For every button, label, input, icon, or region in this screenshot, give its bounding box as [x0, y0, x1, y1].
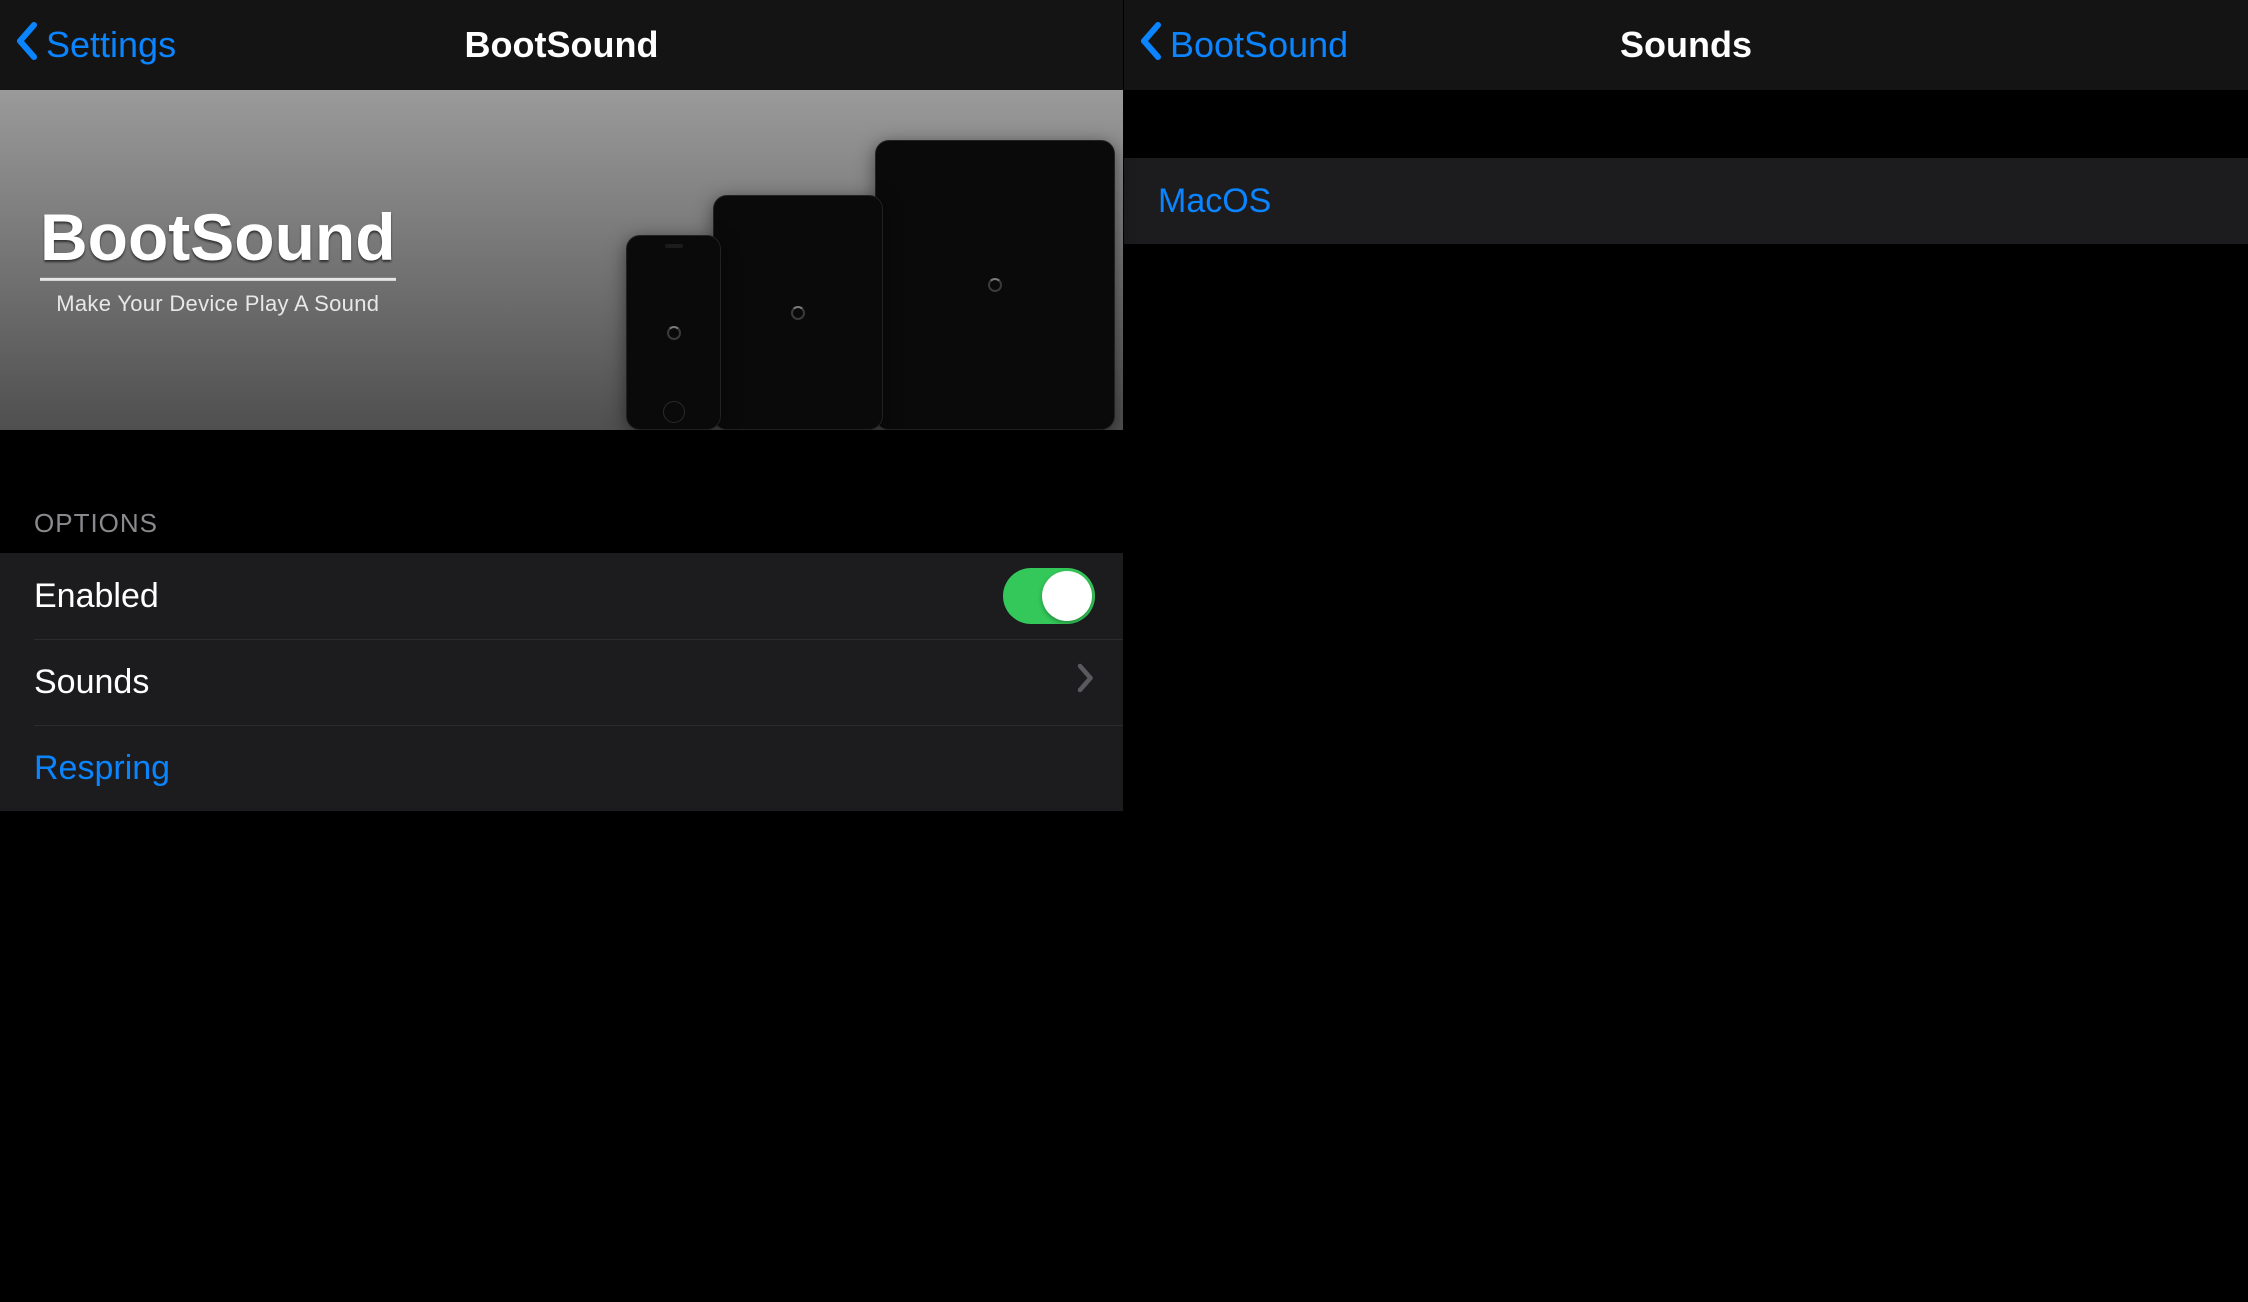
back-label: Settings [46, 24, 176, 66]
row-label: MacOS [1158, 182, 1271, 221]
row-enabled[interactable]: Enabled [0, 553, 1123, 639]
navbar-left: Settings BootSound [0, 0, 1123, 90]
enabled-switch[interactable] [1003, 568, 1095, 624]
pane-sounds: BootSound Sounds MacOS [1124, 0, 2248, 1302]
options-list: Enabled Sounds Respring [0, 553, 1123, 811]
hero-text: BootSound Make Your Device Play A Sound [40, 203, 396, 317]
back-label: BootSound [1170, 24, 1348, 66]
spacer [1124, 90, 2248, 158]
page-title: Sounds [1620, 24, 1752, 66]
row-label: Enabled [34, 577, 159, 616]
spinner-icon [667, 326, 681, 340]
back-button-bootsound[interactable]: BootSound [1124, 21, 1348, 70]
hero-banner: BootSound Make Your Device Play A Sound [0, 90, 1123, 430]
sounds-list: MacOS [1124, 158, 2248, 244]
pane-bootsound: Settings BootSound BootSound Make Your D… [0, 0, 1124, 1302]
row-sounds[interactable]: Sounds [0, 639, 1123, 725]
iphone-icon [626, 235, 721, 430]
row-label: Respring [34, 749, 170, 788]
section-header-options: OPTIONS [0, 430, 1123, 553]
hero-devices [626, 140, 1115, 430]
page-title: BootSound [465, 24, 659, 66]
navbar-right: BootSound Sounds [1124, 0, 2248, 90]
row-label: Sounds [34, 663, 149, 702]
chevron-left-icon [1138, 21, 1162, 70]
ipad-icon [875, 140, 1115, 430]
row-respring[interactable]: Respring [0, 725, 1123, 811]
hero-title: BootSound [40, 203, 396, 281]
chevron-left-icon [14, 21, 38, 70]
chevron-right-icon [1077, 663, 1095, 702]
spinner-icon [791, 306, 805, 320]
row-macos[interactable]: MacOS [1124, 158, 2248, 244]
spinner-icon [988, 278, 1002, 292]
switch-knob [1042, 571, 1092, 621]
back-button-settings[interactable]: Settings [0, 21, 176, 70]
ipad-mini-icon [713, 195, 883, 430]
hero-subtitle: Make Your Device Play A Sound [40, 291, 396, 317]
